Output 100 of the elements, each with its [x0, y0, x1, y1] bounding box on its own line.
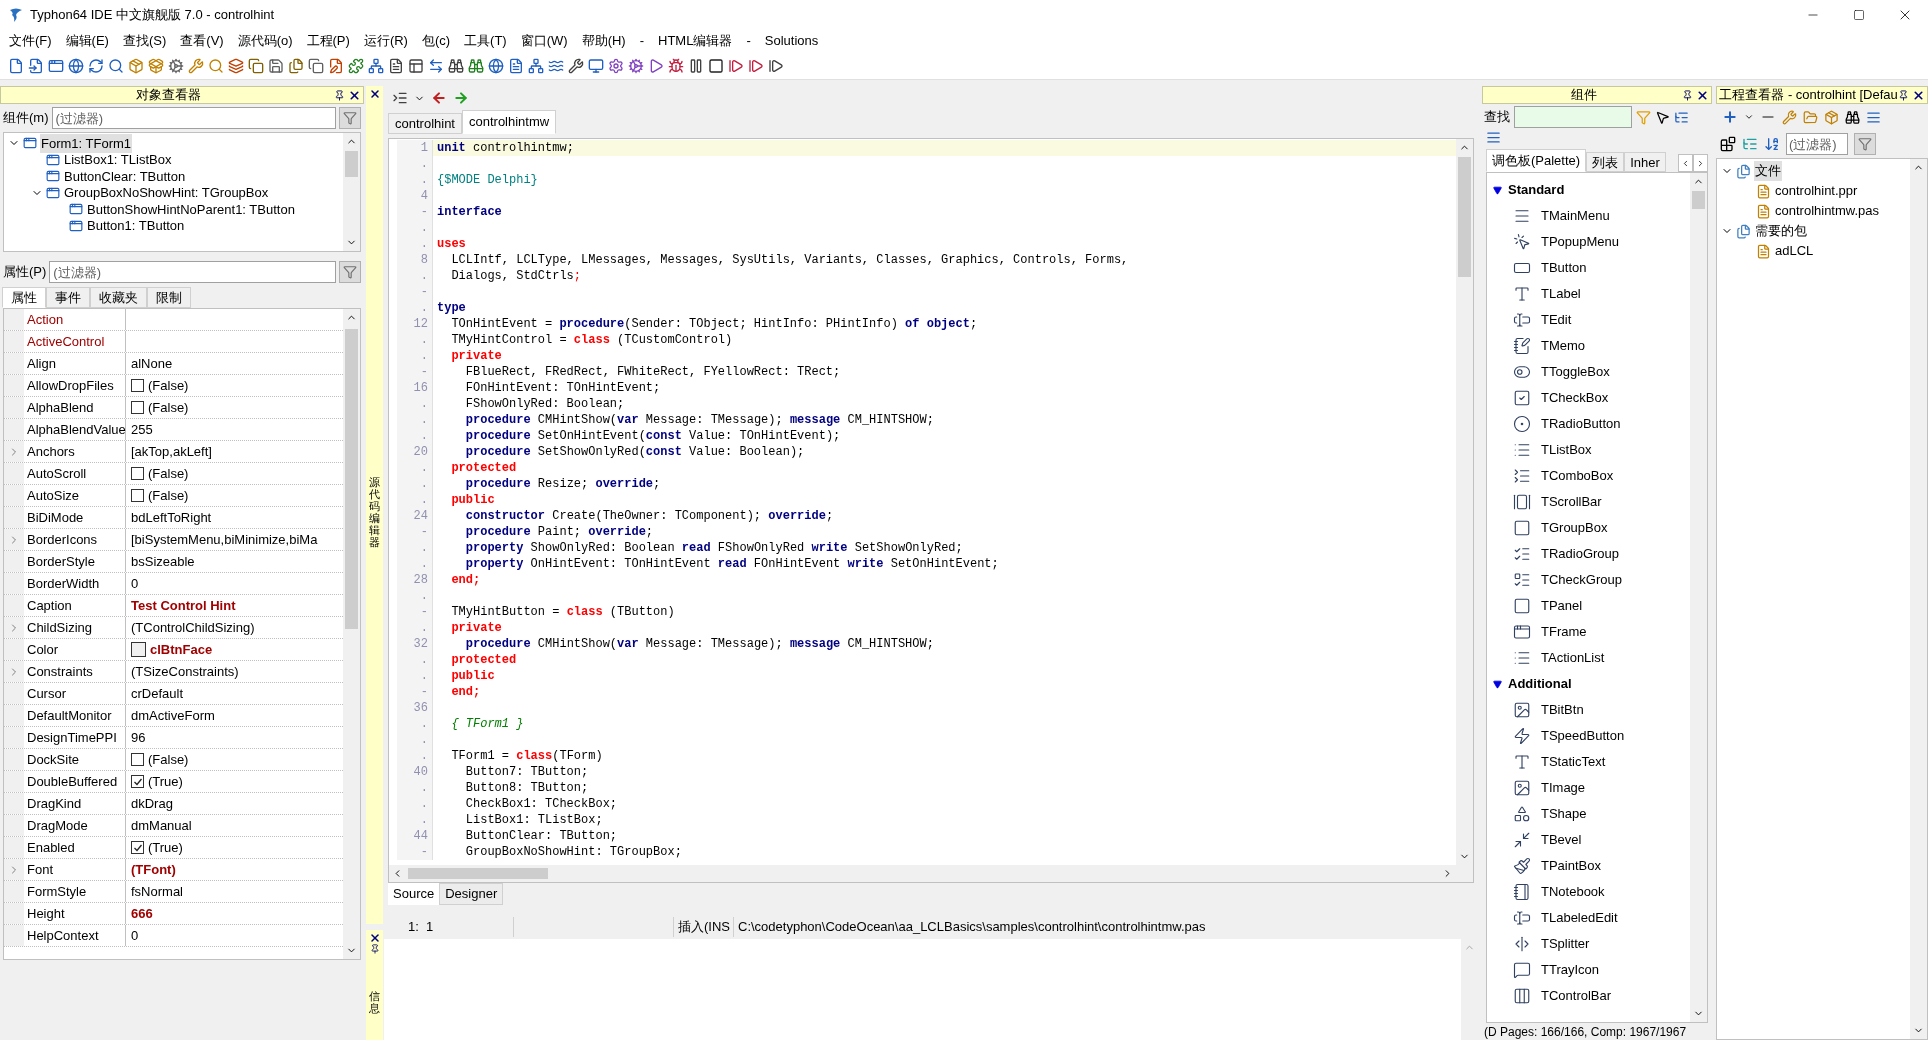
property-value[interactable]: 666: [131, 903, 153, 924]
palette-item[interactable]: TPaintBox: [1541, 856, 1601, 876]
palette-item[interactable]: TToggleBox: [1541, 362, 1610, 382]
palette-item[interactable]: TSplitter: [1541, 934, 1590, 954]
search-icon[interactable]: [208, 57, 224, 74]
scrollbar[interactable]: [1690, 173, 1707, 1022]
checkbox[interactable]: [131, 489, 144, 502]
back-arrow-icon[interactable]: [431, 90, 447, 106]
wrench-icon[interactable]: [1782, 109, 1797, 125]
menu-item[interactable]: 源代码(o): [230, 31, 300, 51]
tab[interactable]: Inher: [1624, 152, 1666, 172]
menu-item[interactable]: 查找(S): [115, 31, 174, 51]
checkbox[interactable]: [131, 753, 144, 766]
tree-item[interactable]: controlhintmw.pas: [1774, 201, 1881, 221]
palette-item[interactable]: TSpeedButton: [1541, 726, 1625, 746]
property-value[interactable]: alNone: [131, 353, 173, 374]
horizontal-scrollbar[interactable]: [389, 865, 1473, 882]
clear-filter-button[interactable]: [1854, 133, 1876, 155]
group-header[interactable]: Additional: [1508, 674, 1572, 694]
property-value[interactable]: bsSizeable: [131, 551, 195, 572]
menu-item[interactable]: -: [632, 31, 652, 51]
swap-icon[interactable]: [428, 57, 444, 74]
palette-item[interactable]: TNotebook: [1541, 882, 1605, 902]
tree-item[interactable]: Form1: TForm1: [40, 133, 133, 153]
palette-item[interactable]: TLabel: [1541, 284, 1581, 304]
package-icon[interactable]: [148, 57, 164, 74]
step-icon[interactable]: [748, 57, 764, 74]
scroll-thumb[interactable]: [1692, 191, 1705, 209]
gear-icon[interactable]: [608, 57, 624, 74]
sort-icon[interactable]: [1764, 136, 1780, 152]
pin-icon[interactable]: [1898, 89, 1909, 101]
files-icon[interactable]: [288, 57, 304, 74]
checkbox[interactable]: [131, 775, 144, 788]
property-value[interactable]: clBtnFace: [150, 639, 213, 660]
clear-filter-button[interactable]: [339, 107, 361, 129]
blocks-icon[interactable]: [1720, 136, 1736, 152]
tab[interactable]: controlhintmw: [462, 110, 557, 134]
property-value[interactable]: (False): [148, 463, 189, 484]
palette-item[interactable]: TBitBtn: [1541, 700, 1584, 720]
copy-icon[interactable]: [308, 57, 324, 74]
palette-item[interactable]: TCheckBox: [1541, 388, 1609, 408]
checkbox[interactable]: [131, 841, 144, 854]
checkbox[interactable]: [131, 379, 144, 392]
panels-icon[interactable]: [408, 57, 424, 74]
step-icon[interactable]: [768, 57, 784, 74]
menu-item[interactable]: 帮助(H): [574, 31, 633, 51]
tab[interactable]: 收藏夹: [90, 287, 147, 308]
menu-item[interactable]: 查看(V): [173, 31, 231, 51]
clear-filter-button[interactable]: [339, 261, 361, 283]
property-value[interactable]: 255: [131, 419, 153, 440]
palette-item[interactable]: TPopupMenu: [1541, 232, 1620, 252]
gear-icon[interactable]: [628, 57, 644, 74]
tree-item[interactable]: controlhint.ppr: [1774, 181, 1859, 201]
pin-icon[interactable]: [369, 944, 380, 954]
forward-arrow-icon[interactable]: [453, 90, 469, 106]
open-file-icon[interactable]: [28, 57, 44, 74]
property-value[interactable]: (False): [148, 749, 189, 770]
document-icon[interactable]: [388, 57, 404, 74]
tab[interactable]: 属性: [2, 287, 46, 308]
tab[interactable]: Designer: [439, 883, 504, 905]
palette-item[interactable]: TRadioButton: [1541, 414, 1621, 434]
binoculars-icon[interactable]: [1845, 109, 1860, 125]
scrollbar[interactable]: [1910, 159, 1927, 1039]
property-value[interactable]: dmActiveForm: [131, 705, 215, 726]
layers-icon[interactable]: [228, 57, 244, 74]
menu-icon[interactable]: [1486, 130, 1501, 145]
palette-item[interactable]: TShape: [1541, 804, 1587, 824]
menu-item[interactable]: 运行(R): [356, 31, 415, 51]
search-field[interactable]: [1514, 106, 1632, 128]
group-header[interactable]: Standard: [1508, 180, 1565, 200]
new-file-icon[interactable]: [8, 57, 24, 74]
tree-item[interactable]: 需要的包: [1754, 221, 1808, 241]
palette-item[interactable]: TActionList: [1541, 648, 1605, 668]
gear-icon[interactable]: [168, 57, 184, 74]
cursor-icon[interactable]: [1655, 109, 1670, 125]
property-value[interactable]: fsNormal: [131, 881, 183, 902]
bug-icon[interactable]: [668, 57, 684, 74]
palette-item[interactable]: TImage: [1541, 778, 1586, 798]
window-icon[interactable]: [48, 57, 64, 74]
scrollbar[interactable]: [1456, 139, 1473, 865]
palette-item[interactable]: TPanel: [1541, 596, 1583, 616]
menu-item[interactable]: -: [739, 31, 758, 51]
scroll-thumb[interactable]: [1458, 157, 1471, 277]
list-icon[interactable]: [392, 90, 408, 106]
palette-item[interactable]: TCheckGroup: [1541, 570, 1622, 590]
close-icon[interactable]: [1912, 88, 1925, 102]
property-value[interactable]: dkDrag: [131, 793, 173, 814]
scrollbar[interactable]: [343, 309, 360, 959]
tools-icon[interactable]: [568, 57, 584, 74]
palette-item[interactable]: TLabeledEdit: [1541, 908, 1618, 928]
property-value[interactable]: (TSizeConstraints): [131, 661, 239, 682]
side-panel-tab[interactable]: 信息: [366, 930, 383, 1040]
property-value[interactable]: Test Control Hint: [131, 595, 236, 616]
property-value[interactable]: (False): [148, 397, 189, 418]
close-icon[interactable]: [368, 932, 381, 944]
property-value[interactable]: (False): [148, 375, 189, 396]
tree-item[interactable]: 文件: [1754, 161, 1782, 181]
palette-item[interactable]: TTrayIcon: [1541, 960, 1600, 980]
folder-icon[interactable]: [1803, 109, 1818, 125]
palette-item[interactable]: TRadioGroup: [1541, 544, 1620, 564]
